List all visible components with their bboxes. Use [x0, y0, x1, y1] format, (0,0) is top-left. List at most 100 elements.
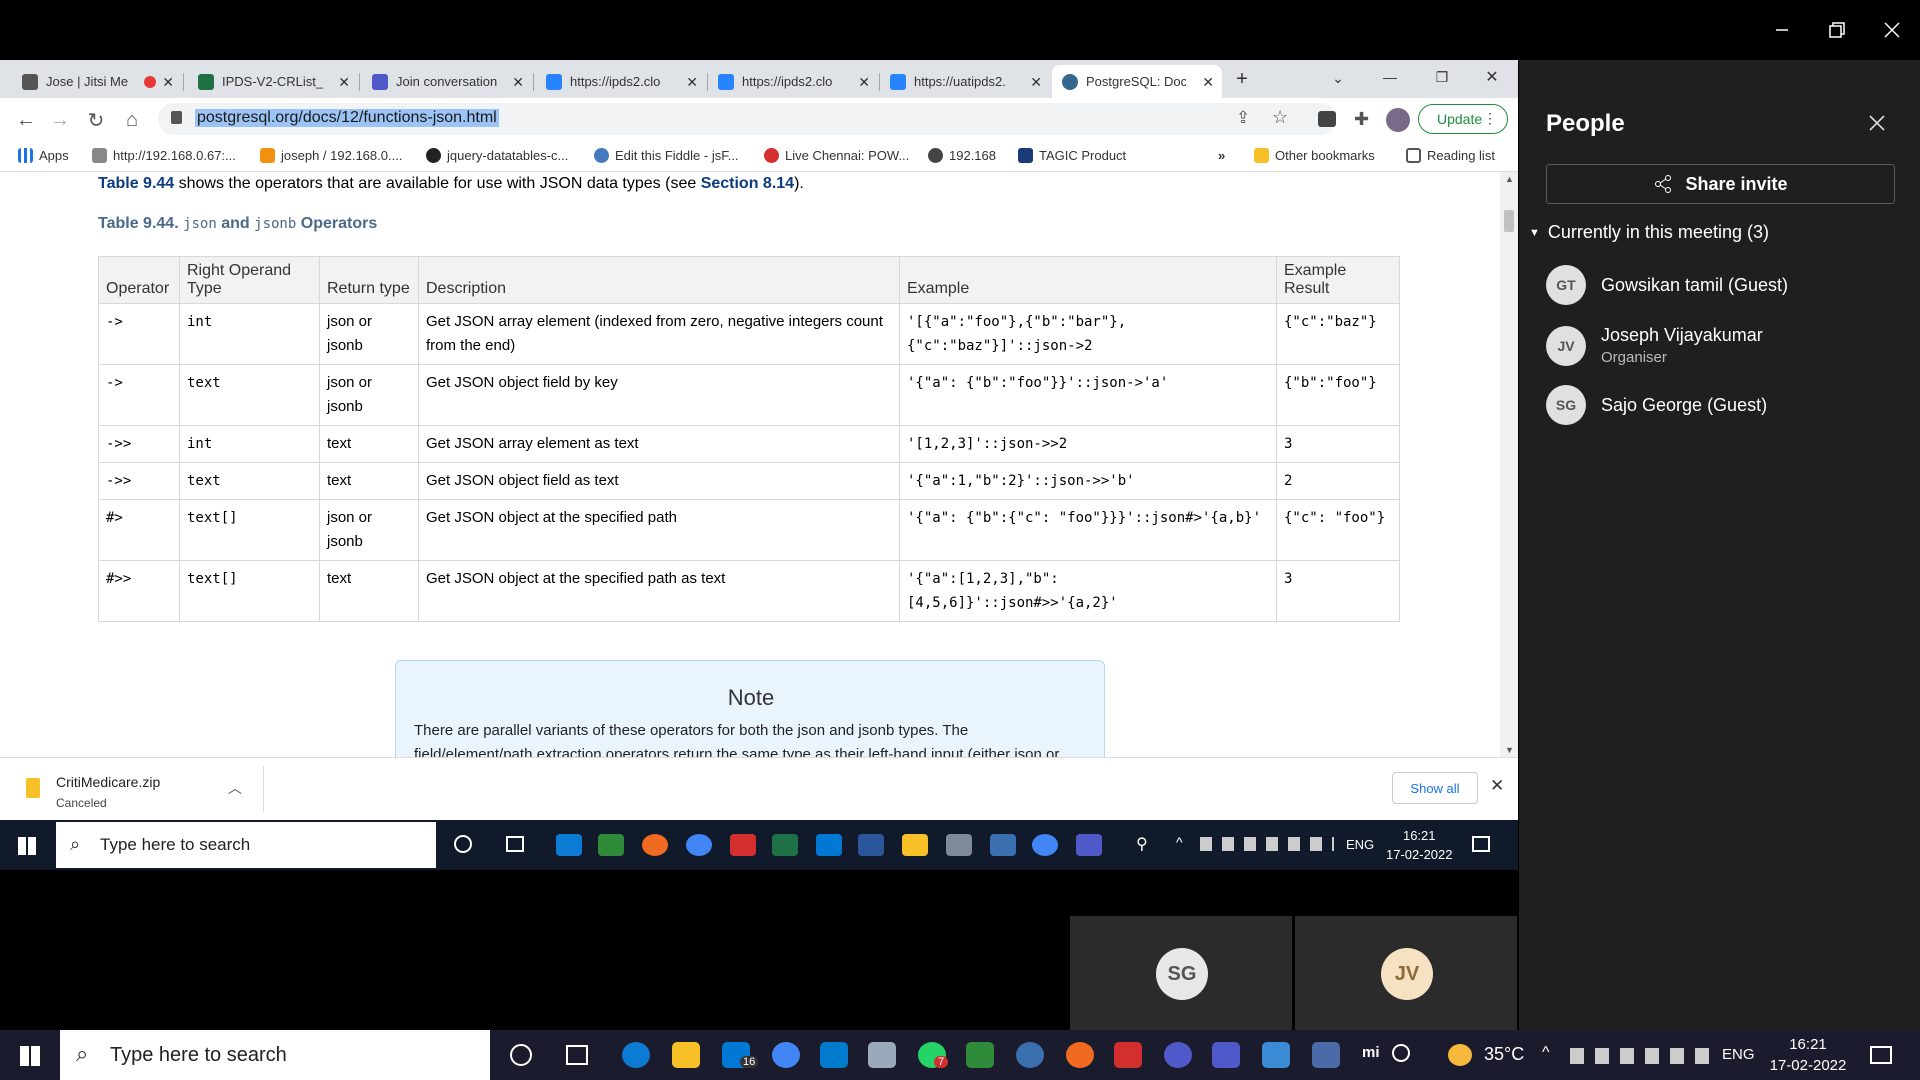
page-scrollbar[interactable]: ▲ ▼ — [1500, 172, 1518, 757]
language-indicator[interactable]: ENG — [1722, 1046, 1755, 1063]
browser-tab[interactable]: Jose | Jitsi Me ✕ — [12, 65, 184, 98]
excel-icon[interactable] — [772, 834, 798, 856]
browser-tab[interactable]: https://ipds2.clo ✕ — [536, 65, 708, 98]
profile-avatar[interactable] — [1386, 108, 1410, 132]
sheets-icon[interactable] — [598, 834, 624, 856]
minimize-icon[interactable] — [1766, 14, 1798, 46]
tab-close-icon[interactable]: ✕ — [162, 74, 174, 91]
video-tile[interactable]: SG — [1070, 916, 1292, 1030]
puzzle-extensions-icon[interactable]: ✚ — [1354, 109, 1369, 130]
extension-icon[interactable] — [1318, 111, 1336, 127]
browser-minimize-icon[interactable]: — — [1378, 65, 1402, 89]
postman-icon[interactable] — [642, 834, 668, 856]
restore-icon[interactable] — [1821, 14, 1853, 46]
bookmark-apps[interactable]: Apps — [18, 148, 69, 163]
people-icon[interactable]: ⚲ — [1136, 834, 1148, 854]
show-all-button[interactable]: Show all — [1392, 772, 1478, 804]
bookmarks-overflow-icon[interactable]: » — [1218, 148, 1225, 163]
edge-icon[interactable] — [556, 834, 582, 856]
scroll-thumb[interactable] — [1504, 210, 1514, 232]
sync-icon[interactable] — [1392, 1044, 1410, 1062]
word-icon[interactable] — [858, 834, 884, 856]
home-icon[interactable]: ⌂ — [120, 108, 144, 132]
tab-search-icon[interactable]: ⌄ — [1326, 66, 1350, 90]
participant-item[interactable]: JV Joseph Vijayakumar Organiser — [1546, 325, 1763, 366]
clock[interactable]: 16:21 17-02-2022 — [1768, 1034, 1848, 1076]
url-text[interactable]: postgresql.org/docs/12/functions-json.ht… — [195, 109, 499, 127]
more-menu-icon[interactable]: ⋮ — [1483, 110, 1497, 127]
acrobat-icon[interactable] — [730, 834, 756, 856]
bookmark-item[interactable]: TAGIC Product — [1018, 148, 1126, 163]
tab-close-icon[interactable]: ✕ — [686, 74, 698, 91]
cortana-icon[interactable] — [454, 835, 472, 853]
reload-icon[interactable]: ↻ — [84, 108, 108, 132]
participant-item[interactable]: SG Sajo George (Guest) — [1546, 385, 1767, 425]
clock[interactable]: 16:21 17-02-2022 — [1386, 826, 1453, 864]
new-tab-icon[interactable]: + — [1230, 67, 1254, 91]
section-link[interactable]: Section 8.14 — [701, 175, 794, 192]
table-link[interactable]: Table 9.44 — [98, 175, 174, 192]
scroll-up-icon[interactable]: ▲ — [1505, 174, 1514, 184]
sheets-icon[interactable] — [966, 1042, 994, 1068]
bookmark-star-icon[interactable]: ☆ — [1272, 107, 1288, 128]
teams-icon[interactable] — [1212, 1042, 1240, 1068]
photos-icon[interactable] — [1262, 1042, 1290, 1068]
chevron-up-icon[interactable]: ^ — [1176, 834, 1183, 850]
mi-icon[interactable]: mi — [1362, 1044, 1380, 1061]
browser-tab[interactable]: https://uatipds2. ✕ — [880, 65, 1050, 98]
bookmark-item[interactable]: 192.168 — [928, 148, 996, 163]
close-downloads-icon[interactable]: ✕ — [1490, 776, 1504, 796]
back-icon[interactable]: ← — [14, 108, 38, 132]
bookmark-item[interactable]: Live Chennai: POW... — [764, 148, 909, 163]
update-button[interactable]: Update ⋮ — [1418, 104, 1508, 134]
share-icon[interactable]: ⇪ — [1236, 108, 1250, 128]
taskbar-search-input[interactable]: ⌕ Type here to search — [56, 822, 436, 868]
bookmark-item[interactable]: jquery-datatables-c... — [426, 148, 568, 163]
address-bar[interactable]: postgresql.org/docs/12/functions-json.ht… — [158, 103, 1336, 135]
tab-close-icon[interactable]: ✕ — [1202, 74, 1214, 91]
close-panel-icon[interactable] — [1862, 108, 1892, 138]
weather-temperature[interactable]: 35°C — [1484, 1044, 1524, 1065]
app-icon[interactable] — [946, 834, 972, 856]
notifications-icon[interactable] — [1472, 836, 1490, 852]
file-explorer-icon[interactable] — [902, 834, 928, 856]
browser-tab-active[interactable]: PostgreSQL: Doc ✕ — [1052, 65, 1222, 98]
network-app-icon[interactable] — [990, 834, 1016, 856]
tab-close-icon[interactable]: ✕ — [1030, 74, 1042, 91]
edge-icon[interactable] — [622, 1042, 650, 1068]
task-view-icon[interactable] — [506, 836, 524, 852]
scroll-down-icon[interactable]: ▼ — [1505, 745, 1514, 755]
browser-close-icon[interactable]: ✕ — [1480, 65, 1504, 89]
video-tile[interactable]: JV — [1295, 916, 1517, 1030]
cortana-icon[interactable] — [510, 1044, 532, 1066]
chevron-up-icon[interactable]: ︿ — [228, 778, 242, 798]
vscode-icon[interactable] — [820, 1042, 848, 1068]
teams-chat-icon[interactable] — [1164, 1042, 1192, 1068]
forward-icon[interactable]: → — [48, 108, 72, 132]
download-filename[interactable]: CritiMedicare.zip — [56, 774, 160, 790]
browser-tab[interactable]: Join conversation ✕ — [362, 65, 534, 98]
wps-icon[interactable] — [1114, 1042, 1142, 1068]
taskbar-search-input[interactable]: ⌕ Type here to search — [60, 1030, 490, 1080]
chevron-up-icon[interactable]: ^ — [1542, 1044, 1550, 1062]
tab-close-icon[interactable]: ✕ — [858, 74, 870, 91]
chrome-icon[interactable] — [686, 834, 712, 856]
language-indicator[interactable]: ENG — [1346, 837, 1374, 852]
windows-start-icon[interactable] — [20, 1046, 40, 1066]
bookmark-item[interactable]: Edit this Fiddle - jsF... — [594, 148, 739, 163]
tab-close-icon[interactable]: ✕ — [338, 74, 350, 91]
close-icon[interactable] — [1876, 14, 1908, 46]
network-icon[interactable] — [1016, 1042, 1044, 1068]
app-icon[interactable] — [868, 1042, 896, 1068]
participant-item[interactable]: GT Gowsikan tamil (Guest) — [1546, 265, 1788, 305]
task-view-icon[interactable] — [566, 1045, 588, 1065]
in-meeting-section-toggle[interactable]: ▼ Currently in this meeting (3) — [1529, 222, 1769, 243]
outlook-icon[interactable] — [816, 834, 842, 856]
file-explorer-icon[interactable] — [672, 1042, 700, 1068]
chrome-icon[interactable] — [772, 1042, 800, 1068]
notifications-icon[interactable] — [1870, 1046, 1892, 1064]
share-invite-button[interactable]: Share invite — [1546, 164, 1895, 204]
teams-icon[interactable] — [1076, 834, 1102, 856]
postman-icon[interactable] — [1066, 1042, 1094, 1068]
browser-tab[interactable]: https://ipds2.clo ✕ — [708, 65, 880, 98]
